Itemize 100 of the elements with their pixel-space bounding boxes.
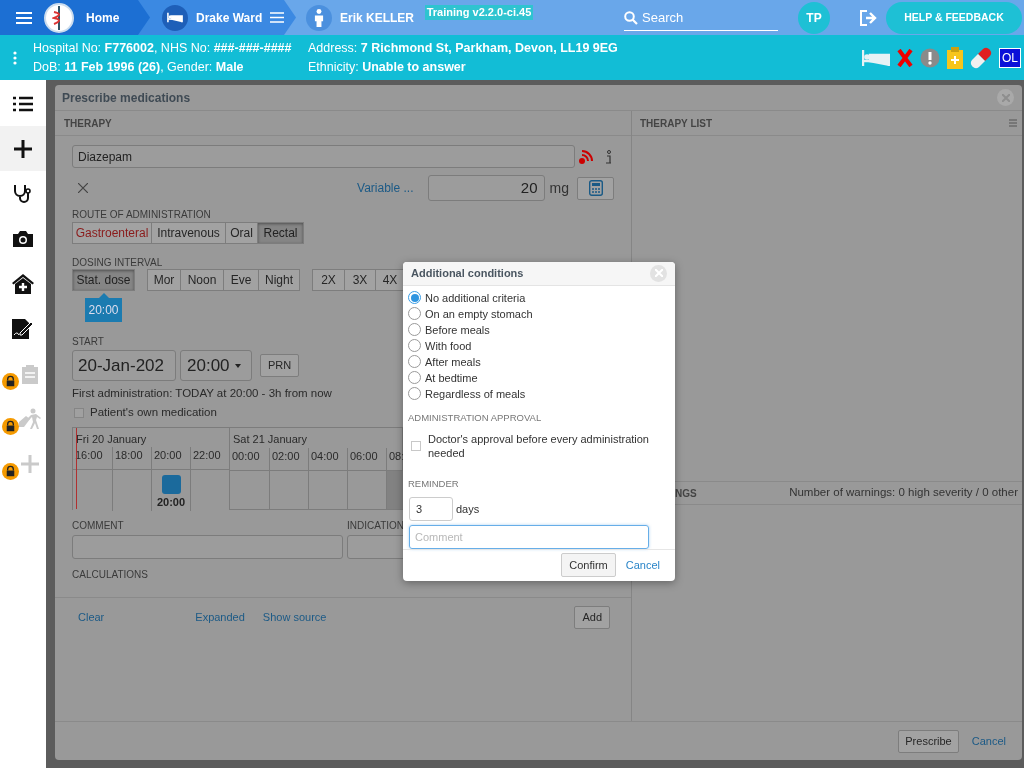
- section-label: INDICATION: [347, 519, 405, 532]
- toggle-button[interactable]: Noon: [180, 269, 224, 291]
- more-icon[interactable]: [13, 50, 17, 65]
- warnings-count: Number of warnings: 0 high severity / 0 other: [789, 485, 1018, 501]
- calculator-button[interactable]: [577, 176, 614, 200]
- info-icon[interactable]: [605, 149, 612, 164]
- checkbox-label: Patient's own medication: [90, 405, 217, 421]
- dose-marker[interactable]: [161, 475, 181, 494]
- clear-icon[interactable]: [78, 183, 88, 193]
- toggle-button[interactable]: Intravenous: [151, 222, 226, 244]
- radio-label: No additional criteria: [425, 290, 526, 306]
- hour-label: 06:00: [349, 448, 379, 464]
- checkbox-label: Doctor's approval before every administration needed: [428, 431, 650, 460]
- medicine-field[interactable]: Diazepam: [72, 145, 575, 168]
- breadcrumb-link[interactable]: Home: [86, 8, 120, 27]
- cross-icon[interactable]: [897, 48, 913, 67]
- day-label: Sat 21 January: [232, 431, 308, 447]
- lock-icon: [2, 373, 19, 390]
- prescribe-button[interactable]: Prescribe: [898, 729, 959, 753]
- logout-icon[interactable]: [860, 9, 878, 26]
- radio-label: At bedtime: [425, 370, 478, 386]
- radio-button[interactable]: [408, 291, 421, 305]
- lock-icon: [2, 418, 19, 435]
- days-label: days: [456, 501, 480, 517]
- toggle-button[interactable]: Rectal: [257, 222, 304, 244]
- radio-label: With food: [425, 338, 472, 354]
- panel-heading: NGS: [675, 486, 697, 501]
- camera-icon[interactable]: [13, 230, 33, 247]
- toggle-button[interactable]: 4X: [375, 269, 405, 291]
- section-label: COMMENT: [72, 519, 124, 532]
- radio-button[interactable]: [408, 339, 421, 353]
- hour-label: 08:: [388, 448, 405, 464]
- stethoscope-icon[interactable]: [13, 183, 33, 204]
- toggle-button[interactable]: 3X: [344, 269, 376, 291]
- add-button[interactable]: Add: [574, 606, 610, 629]
- logo-icon[interactable]: [44, 2, 74, 33]
- comment-field[interactable]: [72, 534, 343, 559]
- hour-label: 04:00: [310, 448, 340, 464]
- hour-label: 20:00: [153, 448, 183, 463]
- signal-icon[interactable]: [579, 149, 593, 164]
- close-icon[interactable]: [997, 89, 1014, 106]
- radio-button[interactable]: [408, 307, 421, 321]
- clipboard-icon[interactable]: [947, 46, 963, 69]
- toggle-button[interactable]: Mor: [147, 269, 181, 291]
- dialog-title: Prescribe medications: [62, 89, 191, 107]
- search-icon: [624, 11, 638, 25]
- patient-detail: DoB: 11 Feb 1996 (26), Gender: Male: [33, 58, 245, 76]
- section-label: CALCULATIONS: [72, 568, 148, 581]
- bed-icon: [162, 4, 188, 31]
- dose-time: 20:00: [156, 495, 186, 510]
- toggle-button[interactable]: Oral: [225, 222, 258, 244]
- toggle-button[interactable]: 2X: [312, 269, 345, 291]
- toggle-button[interactable]: Gastroenteral: [72, 222, 152, 244]
- confirm-button[interactable]: Confirm: [561, 553, 616, 578]
- toggle-button[interactable]: Eve: [223, 269, 259, 291]
- checkbox[interactable]: [411, 440, 421, 451]
- pill-icon[interactable]: [970, 46, 992, 69]
- environment-label: Training v2.2.0-ci.45: [424, 5, 534, 20]
- status-badge[interactable]: OL: [999, 47, 1021, 68]
- popup-title: Additional conditions: [411, 266, 524, 282]
- day-label: Fri 20 January: [75, 431, 148, 447]
- radio-button[interactable]: [408, 387, 421, 401]
- toggle-button[interactable]: Night: [258, 269, 300, 291]
- walking-person-icon[interactable]: [19, 407, 41, 430]
- reminder-field[interactable]: 3: [409, 496, 453, 521]
- house-icon[interactable]: [12, 273, 34, 294]
- toggle-button[interactable]: Stat. dose: [72, 269, 135, 291]
- bed-icon[interactable]: [862, 48, 890, 67]
- radio-button[interactable]: [408, 355, 421, 369]
- time-dropdown[interactable]: 20:00: [180, 350, 252, 381]
- time-tooltip: 20:00: [85, 293, 122, 322]
- hour-label: 00:00: [231, 448, 261, 464]
- date-field[interactable]: 20-Jan-202: [72, 350, 176, 381]
- cancel-link[interactable]: Cancel: [625, 557, 660, 574]
- comment-field[interactable]: Comment: [409, 524, 649, 549]
- section-label: DOSING INTERVAL: [72, 257, 163, 269]
- radio-label: On an empty stomach: [425, 306, 533, 322]
- person-icon: [306, 4, 332, 31]
- dose-field[interactable]: 20: [427, 175, 545, 201]
- checkbox[interactable]: [74, 407, 84, 418]
- list-icon[interactable]: [13, 95, 33, 112]
- clipboard-icon[interactable]: [20, 363, 40, 384]
- radio-label: After meals: [425, 354, 481, 370]
- close-icon[interactable]: [650, 264, 667, 282]
- patient-detail: Ethnicity: Unable to answer: [308, 58, 467, 76]
- panel-heading: THERAPY LIST: [640, 116, 713, 131]
- calculator-icon: [588, 180, 603, 196]
- hour-label: 18:00: [114, 448, 144, 463]
- plus-icon[interactable]: [14, 139, 32, 158]
- alert-icon[interactable]: [920, 47, 940, 68]
- first-administration-text: First administration: TODAY at 20:00 - 3h from now: [72, 386, 332, 401]
- radio-button[interactable]: [408, 323, 421, 337]
- section-label: START: [72, 336, 104, 348]
- lock-icon: [2, 463, 19, 480]
- hour-label: 22:00: [192, 448, 222, 463]
- radio-button[interactable]: [408, 371, 421, 385]
- patient-detail: Hospital No: F776002, NHS No: ###-###-####: [33, 39, 293, 57]
- hour-label: 02:00: [271, 448, 301, 464]
- prn-button[interactable]: PRN: [260, 354, 300, 377]
- document-pen-icon[interactable]: [12, 318, 34, 339]
